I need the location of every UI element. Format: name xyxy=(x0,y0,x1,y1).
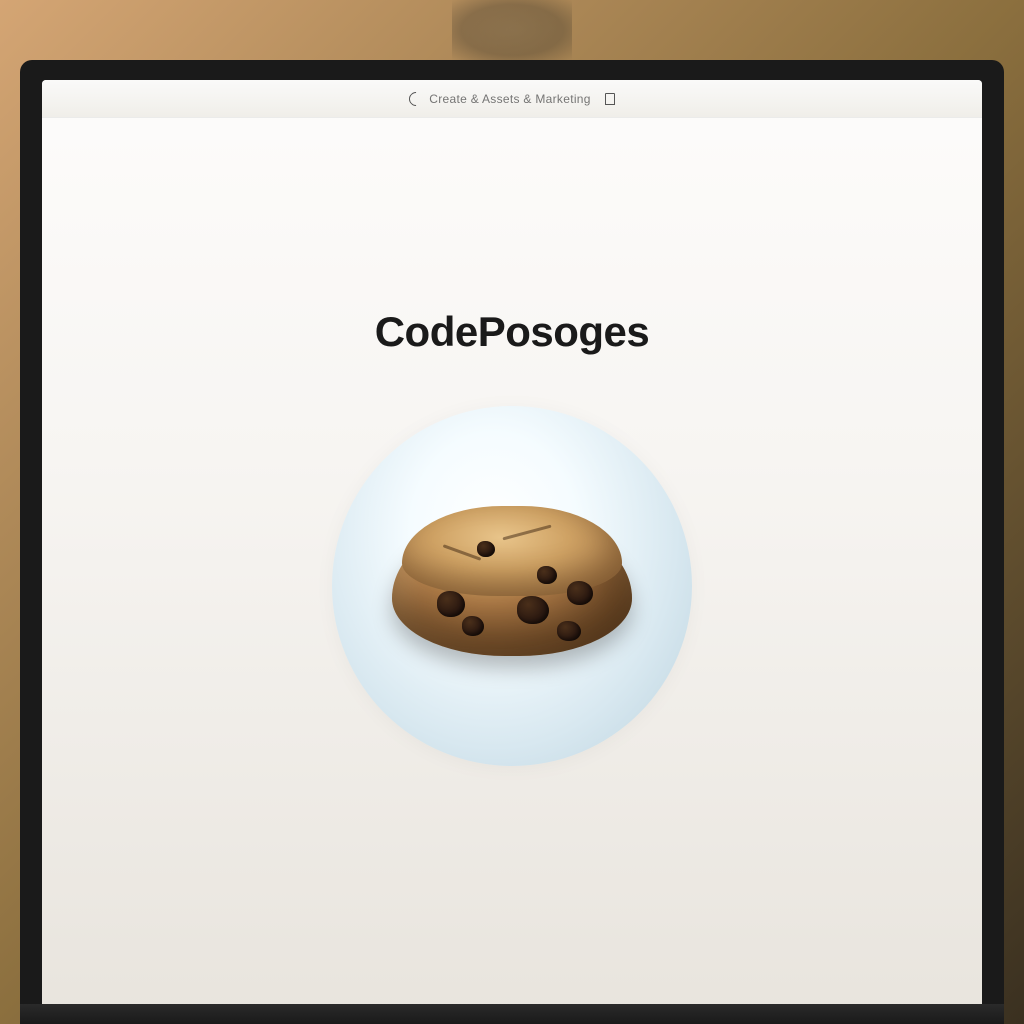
laptop-keyboard-edge xyxy=(20,1004,1004,1024)
screen: Create & Assets & Marketing CodePosoges xyxy=(42,80,982,1024)
chocolate-chip xyxy=(557,621,581,641)
browser-toolbar: Create & Assets & Marketing xyxy=(42,80,982,118)
chocolate-chip xyxy=(537,566,557,584)
laptop-bezel: Create & Assets & Marketing CodePosoges xyxy=(20,60,1004,1024)
chocolate-chip xyxy=(437,591,465,617)
chocolate-chip xyxy=(567,581,593,605)
url-text: Create & Assets & Marketing xyxy=(429,92,591,106)
refresh-icon[interactable] xyxy=(406,89,426,109)
url-bar[interactable]: Create & Assets & Marketing xyxy=(409,92,615,106)
cookie-image xyxy=(382,486,642,686)
bookmark-icon[interactable] xyxy=(605,93,615,105)
page-content: CodePosoges xyxy=(42,118,982,1024)
chocolate-chip xyxy=(517,596,549,624)
laptop-camera-area xyxy=(452,0,572,60)
chocolate-chip xyxy=(477,541,495,557)
chocolate-chip xyxy=(462,616,484,636)
hero-image-circle xyxy=(332,406,692,766)
cookie-top xyxy=(402,506,622,596)
page-title: CodePosoges xyxy=(375,308,650,356)
